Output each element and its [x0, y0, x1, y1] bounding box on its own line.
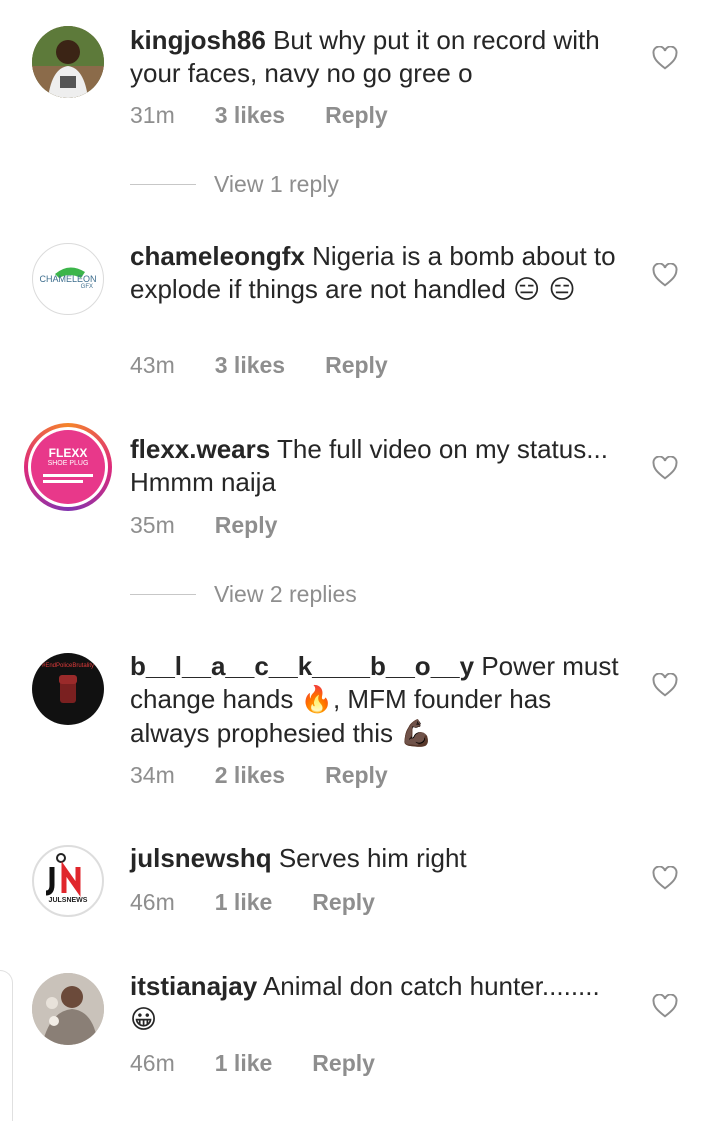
comment-text: kingjosh86 But why put it on record with…: [130, 24, 630, 90]
avatar-label: FLEXX: [48, 446, 88, 460]
avatar-label: CHAMELEON: [39, 274, 97, 284]
comment-time: 43m: [130, 351, 175, 378]
reply-button[interactable]: Reply: [312, 889, 375, 916]
avatar-graphic: [43, 480, 83, 483]
comment-time: 35m: [130, 511, 175, 538]
comment-body: Serves him right: [278, 843, 467, 873]
likes-count[interactable]: 1 like: [215, 1050, 273, 1077]
expressionless-emoji-icon: 😑 😑: [513, 275, 576, 305]
comment-username[interactable]: itstianajay: [130, 971, 257, 1001]
comment-time: 34m: [130, 761, 175, 788]
divider-line: [130, 183, 196, 185]
comment-meta: 34m 2 likes Reply: [130, 760, 428, 790]
raised-fist-icon: [59, 675, 77, 703]
view-replies-button[interactable]: View 2 replies: [130, 579, 357, 609]
comment-username[interactable]: flexx.wears: [130, 434, 270, 464]
avatar-graphic: [43, 474, 93, 477]
avatar-sub-label: SHOE PLUG: [47, 460, 89, 467]
view-replies-button[interactable]: View 1 reply: [130, 169, 339, 199]
comment-body: Animal don catch hunter........: [262, 971, 600, 1001]
comment-time: 46m: [130, 888, 175, 915]
heart-icon[interactable]: [652, 994, 678, 1018]
comment-text: chameleongfx Nigeria is a bomb about to …: [130, 240, 630, 307]
comment-username[interactable]: kingjosh86: [130, 25, 266, 55]
comment-meta: 31m 3 likes Reply: [130, 100, 428, 130]
heart-icon[interactable]: [652, 456, 678, 480]
reply-button[interactable]: Reply: [312, 1050, 375, 1077]
julsnews-logo-icon: [45, 853, 81, 897]
heart-icon[interactable]: [652, 46, 678, 70]
avatar[interactable]: [32, 26, 104, 98]
comment-username[interactable]: chameleongfx: [130, 241, 305, 271]
comment-text: flexx.wears The full video on my status.…: [130, 433, 630, 499]
likes-count[interactable]: 3 likes: [215, 102, 285, 129]
comment-meta: 35m Reply: [130, 510, 317, 540]
comment-meta: 46m 1 like Reply: [130, 887, 415, 917]
comment-text: julsnewshq Serves him right: [130, 842, 630, 875]
view-replies-label: View 2 replies: [214, 580, 357, 607]
avatar-label: JULSNEWS: [48, 897, 88, 904]
avatar-sub-label: GFX: [80, 284, 93, 290]
reply-button[interactable]: Reply: [325, 352, 388, 379]
likes-count[interactable]: 3 likes: [215, 352, 285, 379]
person-photo-icon: [32, 973, 104, 1045]
person-photo-icon: [32, 26, 104, 98]
reply-button[interactable]: Reply: [215, 512, 278, 539]
heart-icon[interactable]: [652, 866, 678, 890]
comment-username[interactable]: julsnewshq: [130, 843, 272, 873]
view-replies-label: View 1 reply: [214, 170, 339, 197]
comment-text: b__l__a__c__k____b__o__y Power must chan…: [130, 650, 630, 751]
reply-button[interactable]: Reply: [325, 762, 388, 789]
avatar[interactable]: #EndPoliceBrutality: [32, 653, 104, 725]
heart-icon[interactable]: [652, 673, 678, 697]
grinning-emoji-icon: 😀: [130, 1005, 158, 1035]
flexed-bicep-emoji-icon: 💪🏿: [400, 719, 433, 749]
reply-button[interactable]: Reply: [325, 102, 388, 129]
comment-text: itstianajay Animal don catch hunter.....…: [130, 970, 630, 1037]
comment-time: 31m: [130, 101, 175, 128]
divider-line: [130, 593, 196, 595]
avatar[interactable]: [32, 973, 104, 1045]
avatar[interactable]: CHAMELEON GFX: [32, 243, 104, 315]
panel-edge: [0, 970, 13, 1121]
likes-count[interactable]: 2 likes: [215, 762, 285, 789]
heart-icon[interactable]: [652, 263, 678, 287]
likes-count[interactable]: 1 like: [215, 889, 273, 916]
comment-meta: 43m 3 likes Reply: [130, 350, 428, 380]
comment-username[interactable]: b__l__a__c__k____b__o__y: [130, 651, 474, 681]
fire-emoji-icon: 🔥: [300, 685, 333, 715]
comment-time: 46m: [130, 1049, 175, 1076]
avatar[interactable]: JULSNEWS: [32, 845, 104, 917]
comment-meta: 46m 1 like Reply: [130, 1048, 415, 1078]
avatar[interactable]: FLEXX SHOE PLUG: [24, 423, 112, 511]
